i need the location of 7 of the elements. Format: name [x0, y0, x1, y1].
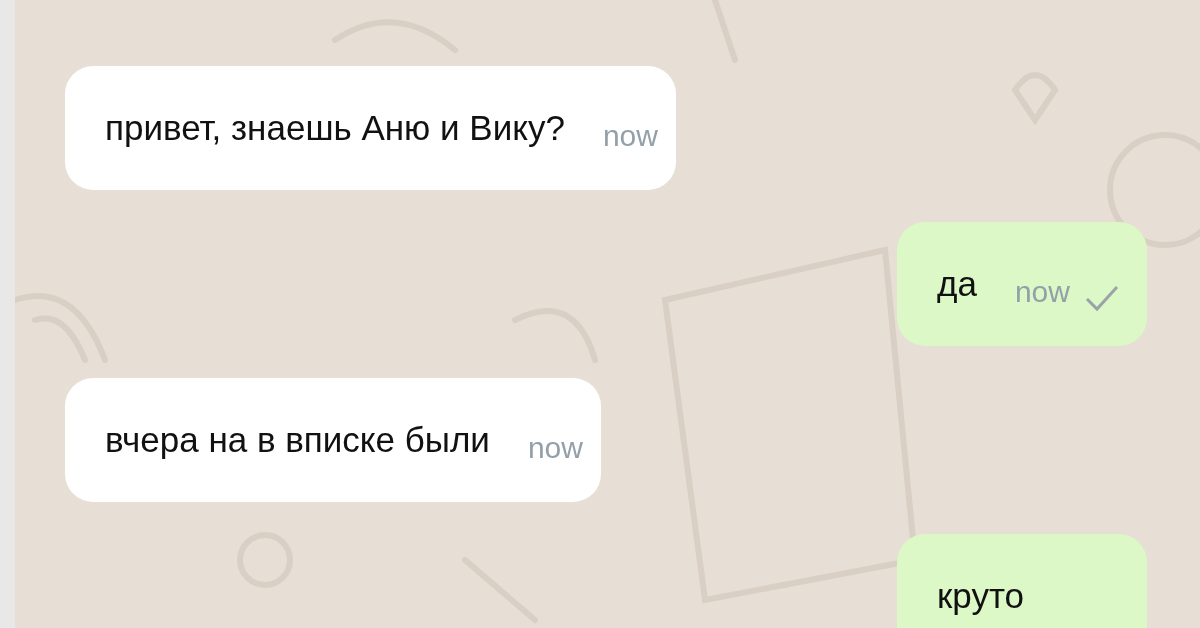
message-time: now [1014, 274, 1070, 310]
message-text: вчера на в вписке были [105, 420, 491, 460]
message-text: привет, знаешь Аню и Вику? [105, 108, 566, 148]
message-time: now [602, 118, 658, 154]
message-text: круто [937, 576, 1025, 616]
message-text: да [937, 264, 978, 304]
message-time: now [527, 430, 583, 466]
